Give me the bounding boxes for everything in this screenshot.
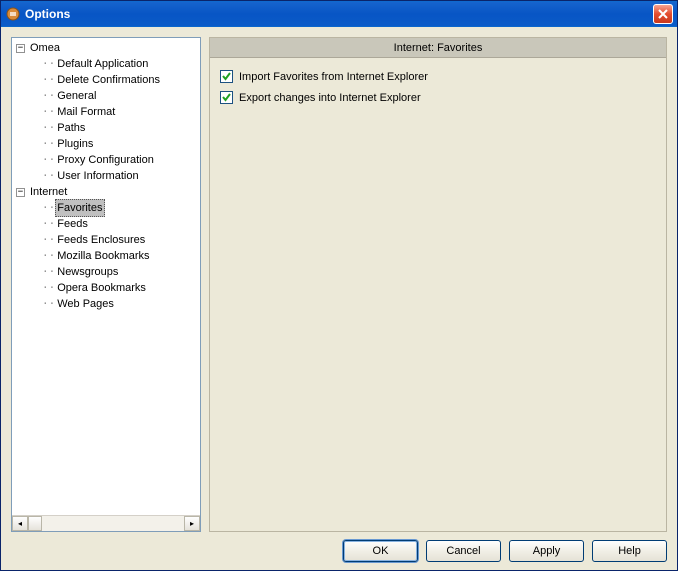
tree-connector: ·· — [42, 136, 55, 152]
tree-label: Internet — [28, 184, 69, 200]
tree-label: Opera Bookmarks — [55, 280, 148, 296]
tree-connector: ·· — [42, 168, 55, 184]
tree-label: Default Application — [55, 56, 150, 72]
dialog-button-row: OK Cancel Apply Help — [11, 532, 667, 562]
options-tree[interactable]: − Omea ·· Default Application ·· Delete … — [12, 38, 200, 515]
scroll-track[interactable] — [28, 516, 184, 531]
tree-label: Mail Format — [55, 104, 117, 120]
check-row-export: Export changes into Internet Explorer — [220, 91, 656, 104]
tree-label: Plugins — [55, 136, 95, 152]
tree-label: Proxy Configuration — [55, 152, 156, 168]
tree-node-feeds[interactable]: ·· Feeds — [12, 216, 200, 232]
tree-connector: ·· — [42, 216, 55, 232]
tree-connector: ·· — [42, 200, 55, 216]
tree-connector: ·· — [42, 152, 55, 168]
collapse-icon[interactable]: − — [16, 188, 25, 197]
tree-label: Newsgroups — [55, 264, 120, 280]
import-favorites-label: Import Favorites from Internet Explorer — [239, 71, 428, 83]
tree-node-web-pages[interactable]: ·· Web Pages — [12, 296, 200, 312]
tree-node-user-information[interactable]: ·· User Information — [12, 168, 200, 184]
tree-panel: − Omea ·· Default Application ·· Delete … — [11, 37, 201, 532]
collapse-icon[interactable]: − — [16, 44, 25, 53]
tree-node-paths[interactable]: ·· Paths — [12, 120, 200, 136]
app-icon — [5, 6, 21, 22]
scroll-thumb[interactable] — [28, 516, 42, 531]
tree-label: Delete Confirmations — [55, 72, 162, 88]
cancel-button[interactable]: Cancel — [426, 540, 501, 562]
tree-node-favorites[interactable]: ·· Favorites — [12, 200, 200, 216]
tree-label: User Information — [55, 168, 140, 184]
tree-label: Mozilla Bookmarks — [55, 248, 151, 264]
tree-connector: ·· — [42, 120, 55, 136]
tree-label: General — [55, 88, 98, 104]
export-changes-label: Export changes into Internet Explorer — [239, 92, 421, 104]
tree-connector: ·· — [42, 296, 55, 312]
import-favorites-checkbox[interactable] — [220, 70, 233, 83]
tree-node-feeds-enclosures[interactable]: ·· Feeds Enclosures — [12, 232, 200, 248]
tree-node-opera-bookmarks[interactable]: ·· Opera Bookmarks — [12, 280, 200, 296]
window-title: Options — [25, 7, 653, 21]
titlebar: Options — [1, 1, 677, 27]
tree-node-default-application[interactable]: ·· Default Application — [12, 56, 200, 72]
tree-label: Feeds — [55, 216, 90, 232]
tree-connector: ·· — [42, 88, 55, 104]
tree-horizontal-scrollbar[interactable]: ◂ ▸ — [12, 515, 200, 531]
main-panel: Internet: Favorites Import Favorites fro… — [209, 37, 667, 532]
tree-label: Omea — [28, 40, 62, 56]
tree-connector: ·· — [42, 248, 55, 264]
tree-connector: ·· — [42, 264, 55, 280]
scroll-left-button[interactable]: ◂ — [12, 516, 28, 531]
scroll-right-button[interactable]: ▸ — [184, 516, 200, 531]
tree-node-plugins[interactable]: ·· Plugins — [12, 136, 200, 152]
tree-connector: ·· — [42, 104, 55, 120]
tree-connector: ·· — [42, 280, 55, 296]
apply-button[interactable]: Apply — [509, 540, 584, 562]
tree-node-mozilla-bookmarks[interactable]: ·· Mozilla Bookmarks — [12, 248, 200, 264]
ok-button[interactable]: OK — [343, 540, 418, 562]
panel-header: Internet: Favorites — [210, 38, 666, 58]
tree-label: Feeds Enclosures — [55, 232, 147, 248]
tree-label: Paths — [55, 120, 87, 136]
help-button[interactable]: Help — [592, 540, 667, 562]
tree-node-mail-format[interactable]: ·· Mail Format — [12, 104, 200, 120]
export-changes-checkbox[interactable] — [220, 91, 233, 104]
tree-node-internet[interactable]: − Internet — [12, 184, 200, 200]
tree-connector: ·· — [42, 232, 55, 248]
tree-node-delete-confirmations[interactable]: ·· Delete Confirmations — [12, 72, 200, 88]
tree-connector: ·· — [42, 56, 55, 72]
tree-node-general[interactable]: ·· General — [12, 88, 200, 104]
close-button[interactable] — [653, 4, 673, 24]
tree-node-newsgroups[interactable]: ·· Newsgroups — [12, 264, 200, 280]
check-row-import: Import Favorites from Internet Explorer — [220, 70, 656, 83]
tree-node-omea[interactable]: − Omea — [12, 40, 200, 56]
tree-label: Favorites — [55, 199, 104, 217]
tree-label: Web Pages — [55, 296, 116, 312]
tree-connector: ·· — [42, 72, 55, 88]
tree-node-proxy-configuration[interactable]: ·· Proxy Configuration — [12, 152, 200, 168]
